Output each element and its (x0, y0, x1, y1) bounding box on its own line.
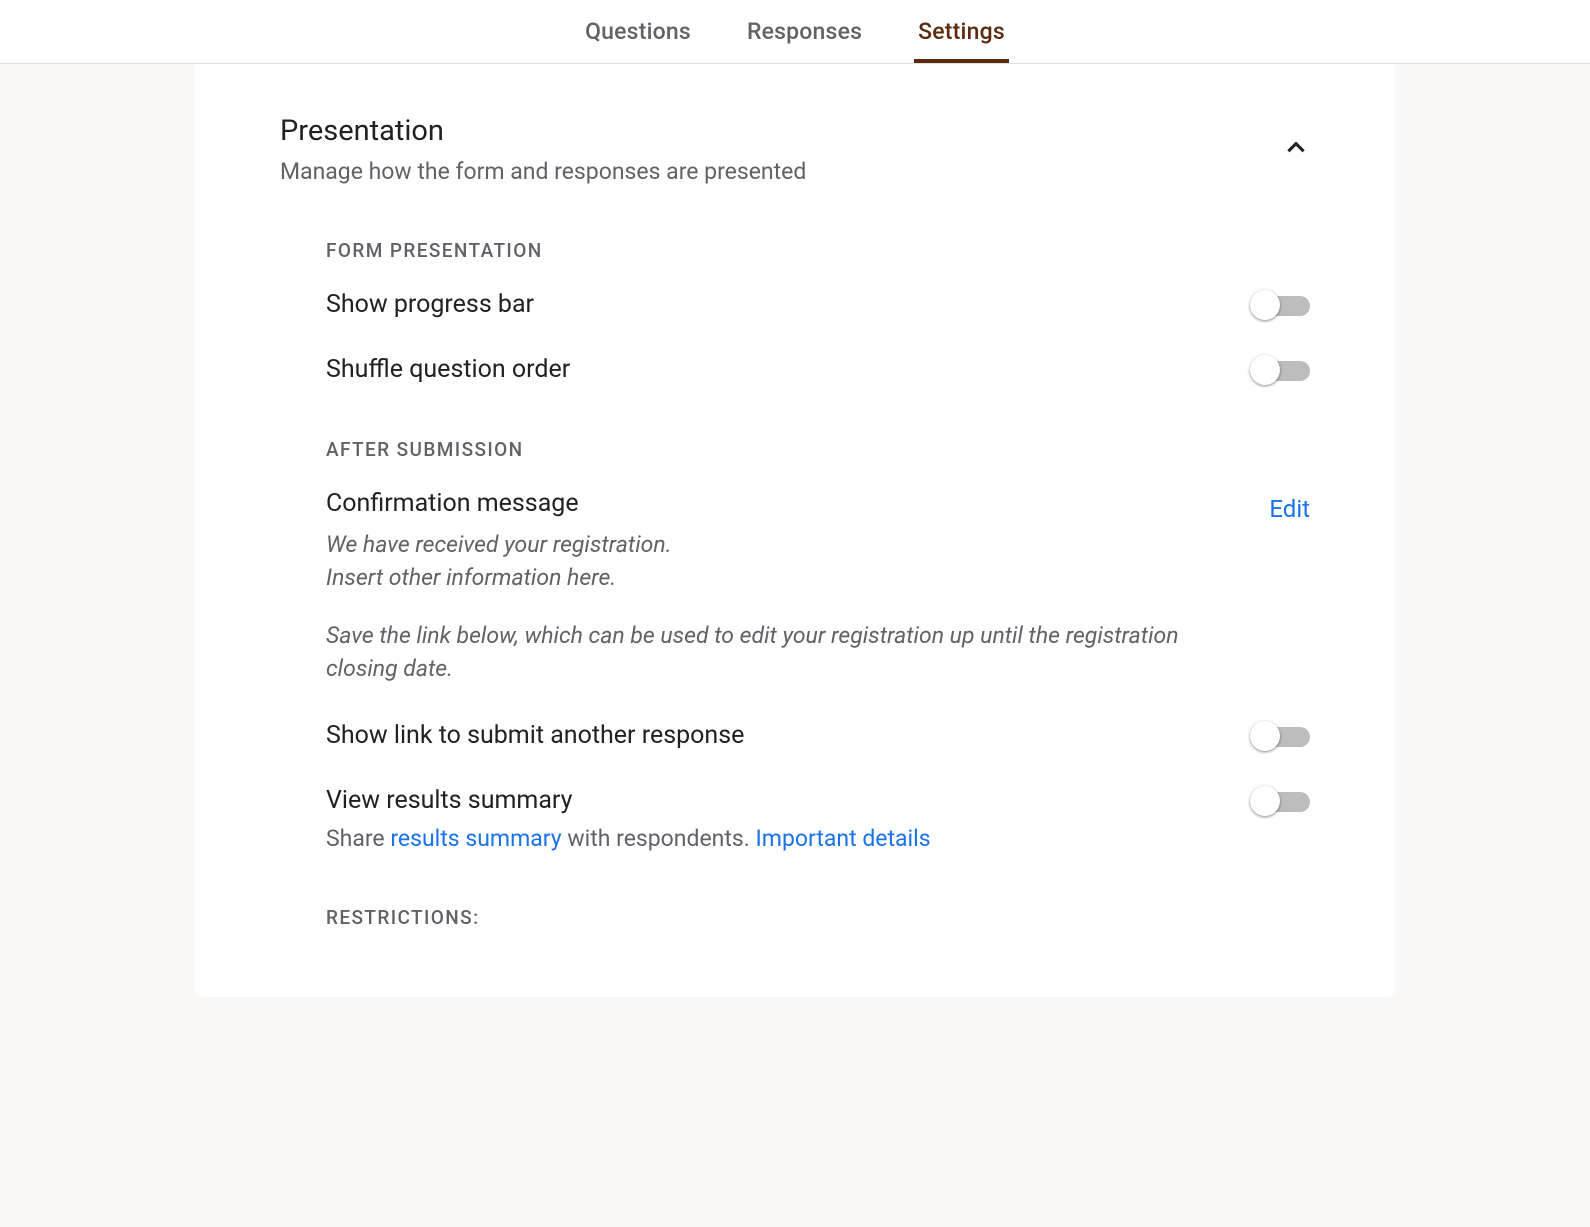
results-pre: Share (326, 825, 390, 852)
tab-settings[interactable]: Settings (914, 0, 1009, 63)
section-title: Presentation (280, 114, 806, 148)
results-summary-toggle[interactable] (1254, 792, 1310, 812)
tab-responses[interactable]: Responses (743, 0, 866, 63)
row-progress-bar: Show progress bar (326, 290, 1310, 319)
confirmation-line1: We have received your registration. (326, 531, 672, 558)
toggle-knob (1250, 290, 1280, 320)
form-presentation-group: Form presentation Show progress bar Shuf… (280, 239, 1310, 929)
toggle-knob (1250, 721, 1280, 751)
shuffle-toggle[interactable] (1254, 361, 1310, 381)
confirmation-message: We have received your registration. Inse… (326, 528, 1206, 685)
group-label-form-presentation: Form presentation (326, 239, 1310, 262)
group-label-after-submission: After submission (326, 438, 1310, 461)
chevron-up-icon (1283, 135, 1309, 161)
edit-confirmation-button[interactable]: Edit (1269, 495, 1310, 523)
row-confirmation: Confirmation message We have received yo… (326, 489, 1310, 685)
tab-questions[interactable]: Questions (581, 0, 695, 63)
confirmation-line3: Save the link below, which can be used t… (326, 619, 1206, 686)
toggle-knob (1250, 786, 1280, 816)
submit-another-toggle[interactable] (1254, 727, 1310, 747)
confirmation-line2: Insert other information here. (326, 564, 616, 591)
section-subtitle: Manage how the form and responses are pr… (280, 158, 806, 185)
results-summary-link[interactable]: results summary (390, 825, 561, 852)
results-mid: with respondents. (562, 825, 756, 852)
tabs-bar: Questions Responses Settings (0, 0, 1590, 64)
presentation-section-header: Presentation Manage how the form and res… (280, 114, 1310, 185)
collapse-button[interactable] (1282, 134, 1310, 162)
group-label-restrictions: Restrictions: (326, 906, 1310, 929)
toggle-knob (1250, 355, 1280, 385)
progress-bar-label: Show progress bar (326, 290, 1214, 319)
confirmation-title: Confirmation message (326, 489, 1229, 518)
row-submit-another: Show link to submit another response (326, 721, 1310, 750)
progress-bar-toggle[interactable] (1254, 296, 1310, 316)
row-shuffle: Shuffle question order (326, 355, 1310, 384)
results-summary-desc: Share results summary with respondents. … (326, 825, 1214, 852)
submit-another-label: Show link to submit another response (326, 721, 1214, 750)
settings-card: Presentation Manage how the form and res… (195, 64, 1395, 997)
shuffle-label: Shuffle question order (326, 355, 1214, 384)
row-results-summary: View results summary Share results summa… (326, 786, 1310, 852)
important-details-link[interactable]: Important details (756, 825, 931, 852)
results-summary-title: View results summary (326, 786, 1214, 815)
